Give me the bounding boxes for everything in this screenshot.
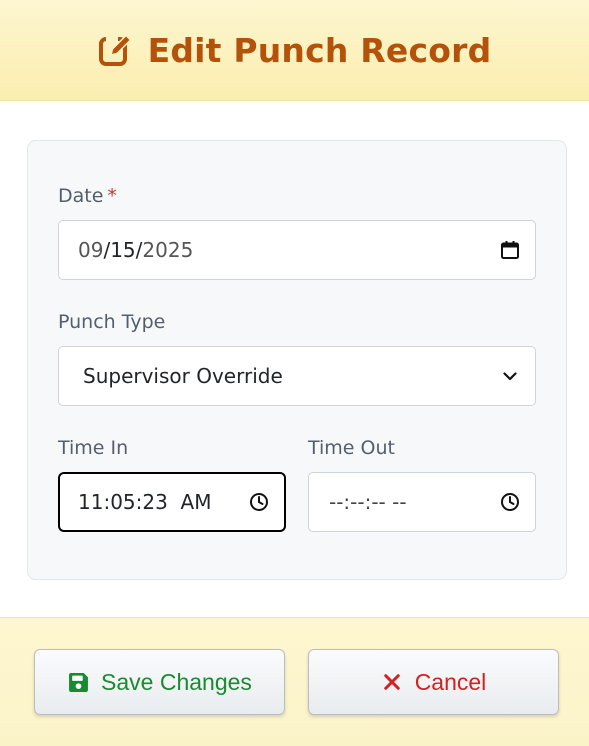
header-title-group: Edit Punch Record xyxy=(98,31,492,70)
date-label: Date * xyxy=(58,185,117,207)
dialog-footer: Save Changes Cancel xyxy=(0,617,589,746)
required-asterisk: * xyxy=(107,185,117,207)
floppy-disk-icon xyxy=(67,671,89,693)
save-changes-button[interactable]: Save Changes xyxy=(34,649,285,715)
form-card: Date * 09/15/2025 Punch Type Supervisor O… xyxy=(27,140,567,580)
chevron-down-icon xyxy=(499,365,521,387)
date-input[interactable]: 09/15/2025 xyxy=(58,220,536,280)
clock-icon[interactable] xyxy=(499,491,521,513)
time-out-input[interactable]: --:--:-- -- xyxy=(308,472,536,532)
punch-type-selected: Supervisor Override xyxy=(83,364,283,388)
edit-square-icon xyxy=(98,32,134,68)
punch-type-select[interactable]: Supervisor Override xyxy=(58,346,536,406)
calendar-icon[interactable] xyxy=(499,239,521,261)
page-title: Edit Punch Record xyxy=(147,30,492,70)
x-mark-icon xyxy=(381,671,403,693)
cancel-button[interactable]: Cancel xyxy=(308,649,559,715)
time-in-value: 11:05:23 AM xyxy=(78,490,212,514)
time-out-placeholder: --:--:-- -- xyxy=(329,490,407,514)
dialog-header: Edit Punch Record xyxy=(0,0,589,101)
time-in-input[interactable]: 11:05:23 AM xyxy=(58,472,286,532)
time-out-label: Time Out xyxy=(308,437,395,459)
cancel-button-label: Cancel xyxy=(414,668,487,695)
save-button-label: Save Changes xyxy=(101,668,252,695)
date-value: 09/15/2025 xyxy=(78,238,194,262)
time-in-label: Time In xyxy=(58,437,129,459)
punch-type-label: Punch Type xyxy=(58,311,166,333)
date-label-text: Date xyxy=(58,185,104,207)
clock-icon[interactable] xyxy=(248,491,270,513)
